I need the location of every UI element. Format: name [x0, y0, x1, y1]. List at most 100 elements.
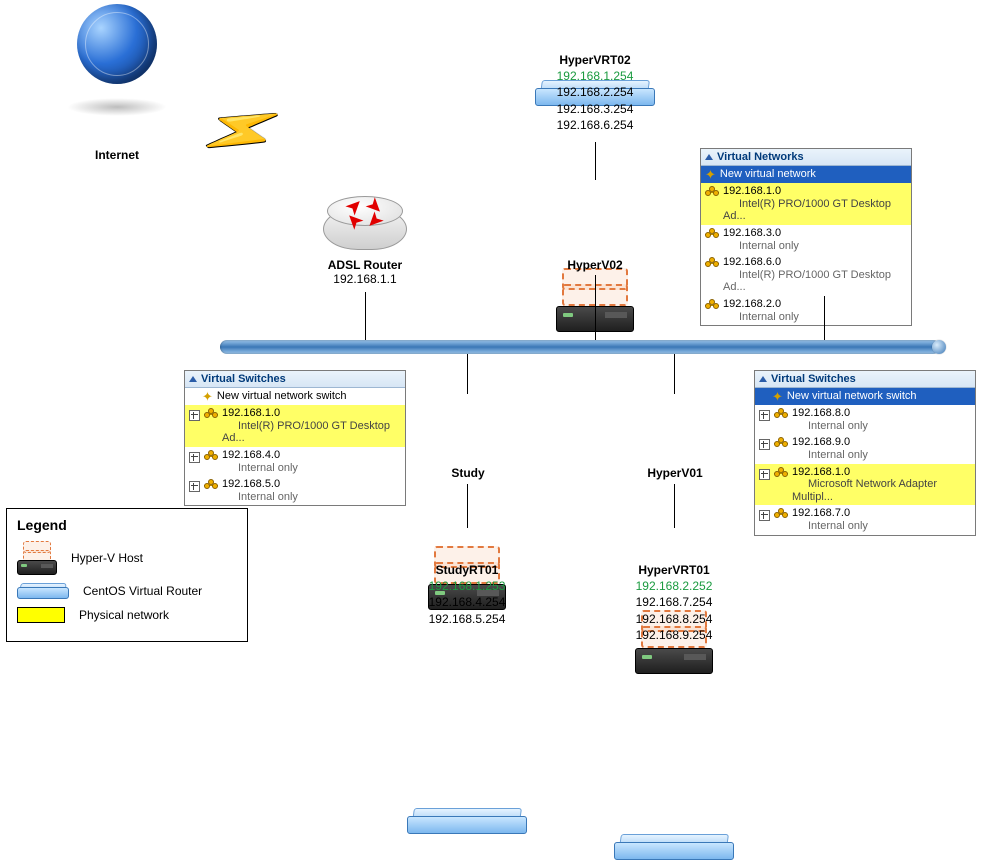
- hypervrt01-ip: 192.168.7.254: [597, 594, 751, 610]
- adsl-router-icon: ➤ ➤ ➤ ➤: [323, 190, 407, 250]
- connector-line: [824, 296, 825, 340]
- network-item[interactable]: 192.168.6.0Intel(R) PRO/1000 GT Desktop …: [701, 254, 911, 296]
- network-detail: Internal only: [739, 240, 799, 252]
- switch-detail: Internal only: [808, 449, 868, 461]
- chevron-up-icon: [759, 376, 767, 382]
- hypervrt01-ip: 192.168.8.254: [597, 611, 751, 627]
- expand-icon[interactable]: [189, 481, 200, 492]
- hypervrt02-primary-ip: 192.168.1.254: [518, 68, 672, 84]
- panel-title: Virtual Switches: [771, 373, 856, 385]
- network-icon: [204, 479, 218, 491]
- hyperv01-label: HyperV01: [620, 466, 730, 480]
- legend-hvhost-icon: [17, 541, 57, 575]
- expand-icon[interactable]: [759, 469, 770, 480]
- studyrt01-ip: 192.168.4.254: [390, 594, 544, 610]
- switch-name: 192.168.1.0: [792, 466, 850, 478]
- lightning-icon: ⚡: [191, 80, 293, 181]
- sparkle-icon: ✦: [202, 390, 213, 403]
- adsl-router-name: ADSL Router: [300, 258, 430, 272]
- network-icon: [705, 186, 719, 198]
- network-detail: Intel(R) PRO/1000 GT Desktop Ad...: [723, 269, 891, 294]
- switch-item[interactable]: 192.168.5.0Internal only: [185, 476, 405, 505]
- switch-item[interactable]: 192.168.1.0Intel(R) PRO/1000 GT Desktop …: [185, 405, 405, 447]
- panel-virtual-switches-study: Virtual Switches ✦ New virtual network sw…: [184, 370, 406, 506]
- legend-vrouter-label: CentOS Virtual Router: [83, 584, 202, 598]
- legend-physnet-label: Physical network: [79, 608, 169, 622]
- network-name: 192.168.6.0: [723, 256, 781, 268]
- network-name: 192.168.1.0: [723, 185, 781, 197]
- network-detail: Internal only: [739, 311, 799, 323]
- network-icon: [774, 437, 788, 449]
- network-icon: [774, 408, 788, 420]
- network-icon: [705, 299, 719, 311]
- adsl-router-ip: 192.168.1.1: [300, 272, 430, 286]
- switch-detail: Intel(R) PRO/1000 GT Desktop Ad...: [222, 420, 390, 445]
- expand-icon[interactable]: [759, 510, 770, 521]
- studyrt01-icon: [407, 808, 527, 834]
- network-item[interactable]: 192.168.2.0Internal only: [701, 296, 911, 325]
- panel-virtual-networks-hyperv02: Virtual Networks ✦New virtual network 19…: [700, 148, 912, 326]
- hyperv02-label: HyperV02: [540, 258, 650, 272]
- globe-icon: [77, 4, 157, 84]
- switch-item[interactable]: 192.168.9.0Internal only: [755, 434, 975, 463]
- legend-physnet-icon: [17, 607, 65, 623]
- switch-name: 192.168.1.0: [222, 407, 280, 419]
- expand-icon[interactable]: [189, 452, 200, 463]
- switch-detail: Internal only: [808, 520, 868, 532]
- switch-name: 192.168.7.0: [792, 507, 850, 519]
- connector-line: [674, 484, 675, 528]
- legend-box: Legend Hyper-V Host CentOS Virtual Route…: [6, 508, 248, 642]
- switch-item[interactable]: 192.168.7.0Internal only: [755, 505, 975, 534]
- internet-node: [62, 4, 172, 116]
- hypervrt01-labels: HyperVRT01 192.168.2.252 192.168.7.254 1…: [597, 562, 751, 643]
- studyrt01-primary-ip: 192.168.1.253: [390, 578, 544, 594]
- network-icon: [705, 257, 719, 269]
- switch-detail: Internal only: [238, 462, 298, 474]
- expand-icon[interactable]: [759, 410, 770, 421]
- network-name: 192.168.2.0: [723, 298, 781, 310]
- panel-new-label: New virtual network switch: [217, 390, 347, 403]
- switch-item[interactable]: 192.168.1.0Microsoft Network Adapter Mul…: [755, 464, 975, 506]
- panel-new-item[interactable]: ✦ New virtual network switch: [185, 388, 405, 405]
- hypervrt01-primary-ip: 192.168.2.252: [597, 578, 751, 594]
- network-icon: [774, 467, 788, 479]
- hypervrt02-labels: HyperVRT02 192.168.1.254 192.168.2.254 1…: [518, 52, 672, 133]
- study-label: Study: [418, 466, 518, 480]
- connector-line: [467, 354, 468, 394]
- studyrt01-ip: 192.168.5.254: [390, 611, 544, 627]
- connector-line: [595, 142, 596, 180]
- panel-new-label: New virtual network switch: [787, 390, 917, 403]
- adsl-router-label: ADSL Router 192.168.1.1: [300, 258, 430, 286]
- switch-item[interactable]: 192.168.8.0Internal only: [755, 405, 975, 434]
- network-icon: [705, 228, 719, 240]
- pipe-end-icon: [932, 340, 946, 354]
- chevron-up-icon: [189, 376, 197, 382]
- panel-title: Virtual Switches: [201, 373, 286, 385]
- hypervrt02-name: HyperVRT02: [518, 52, 672, 68]
- hypervrt02-ip: 192.168.3.254: [518, 101, 672, 117]
- network-item[interactable]: 192.168.1.0Intel(R) PRO/1000 GT Desktop …: [701, 183, 911, 225]
- expand-icon[interactable]: [759, 439, 770, 450]
- network-icon: [774, 508, 788, 520]
- switch-item[interactable]: 192.168.4.0Internal only: [185, 447, 405, 476]
- hypervrt02-ip: 192.168.6.254: [518, 117, 672, 133]
- network-item[interactable]: 192.168.3.0Internal only: [701, 225, 911, 254]
- panel-new-label: New virtual network: [720, 168, 816, 181]
- network-name: 192.168.3.0: [723, 227, 781, 239]
- panel-new-item[interactable]: ✦ New virtual network: [701, 166, 911, 183]
- panel-new-item[interactable]: ✦ New virtual network switch: [755, 388, 975, 405]
- network-icon: [204, 408, 218, 420]
- switch-name: 192.168.9.0: [792, 436, 850, 448]
- switch-name: 192.168.5.0: [222, 478, 280, 490]
- sparkle-icon: ✦: [705, 168, 716, 181]
- expand-icon[interactable]: [189, 410, 200, 421]
- studyrt01-labels: StudyRT01 192.168.1.253 192.168.4.254 19…: [390, 562, 544, 627]
- connector-line: [467, 484, 468, 528]
- studyrt01-name: StudyRT01: [390, 562, 544, 578]
- switch-name: 192.168.4.0: [222, 449, 280, 461]
- hypervrt01-ip: 192.168.9.254: [597, 627, 751, 643]
- network-icon: [204, 450, 218, 462]
- legend-vrouter-icon: [17, 583, 69, 599]
- hypervrt02-ip: 192.168.2.254: [518, 84, 672, 100]
- sparkle-icon: ✦: [772, 390, 783, 403]
